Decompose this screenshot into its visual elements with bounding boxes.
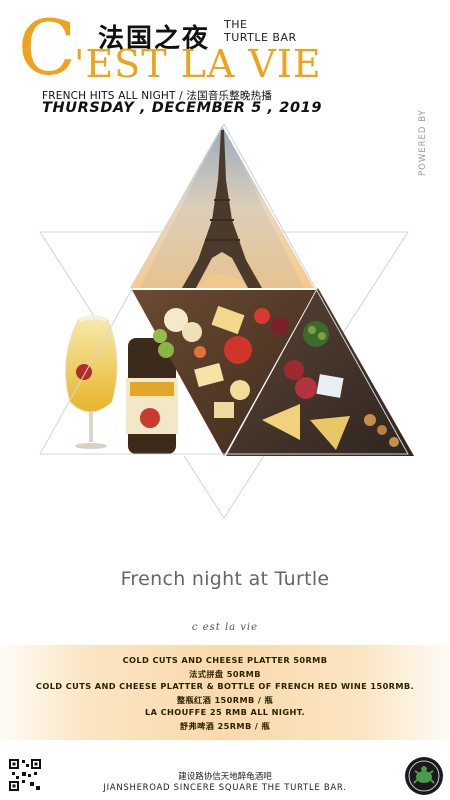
menu-line-6: 舒弗啤酒 25RMB / 瓶	[179, 721, 271, 731]
footer-address-cn: 建设路协信天地醉龟酒吧	[178, 772, 272, 782]
menu-band: COLD CUTS AND CHEESE PLATTER 50RMB 法式拼盘 …	[0, 645, 450, 740]
event-date: THURSDAY , DECEMBER 5 , 2019	[42, 100, 323, 116]
turtle-bar-label: THE TURTLE BAR	[224, 18, 297, 44]
menu-line-4: 整瓶红酒 150RMB / 瓶	[176, 695, 274, 705]
main-title: 'EST LA VIE	[74, 42, 322, 86]
turtle-bar-logo-icon	[405, 757, 443, 795]
tagline: French night at Turtle	[120, 568, 330, 590]
menu-line-2: 法式拼盘 50RMB	[189, 669, 261, 679]
triangle-photo-collage	[34, 122, 414, 519]
turtle-bar-line-1: THE	[224, 18, 248, 31]
footer-address-en: JIANSHEROAD SINCERE SQUARE THE TURTLE BA…	[103, 783, 347, 793]
menu-line-1: COLD CUTS AND CHEESE PLATTER 50RMB	[122, 655, 328, 665]
title-big-c: C	[18, 3, 77, 92]
eiffel-tower-photo	[130, 126, 314, 288]
script-subtitle: c est la vie	[191, 622, 259, 633]
menu-line-5: LA CHOUFFE 25 RMB ALL NIGHT.	[144, 707, 306, 717]
menu-line-3: COLD CUTS AND CHEESE PLATTER & BOTTLE OF…	[35, 681, 415, 691]
